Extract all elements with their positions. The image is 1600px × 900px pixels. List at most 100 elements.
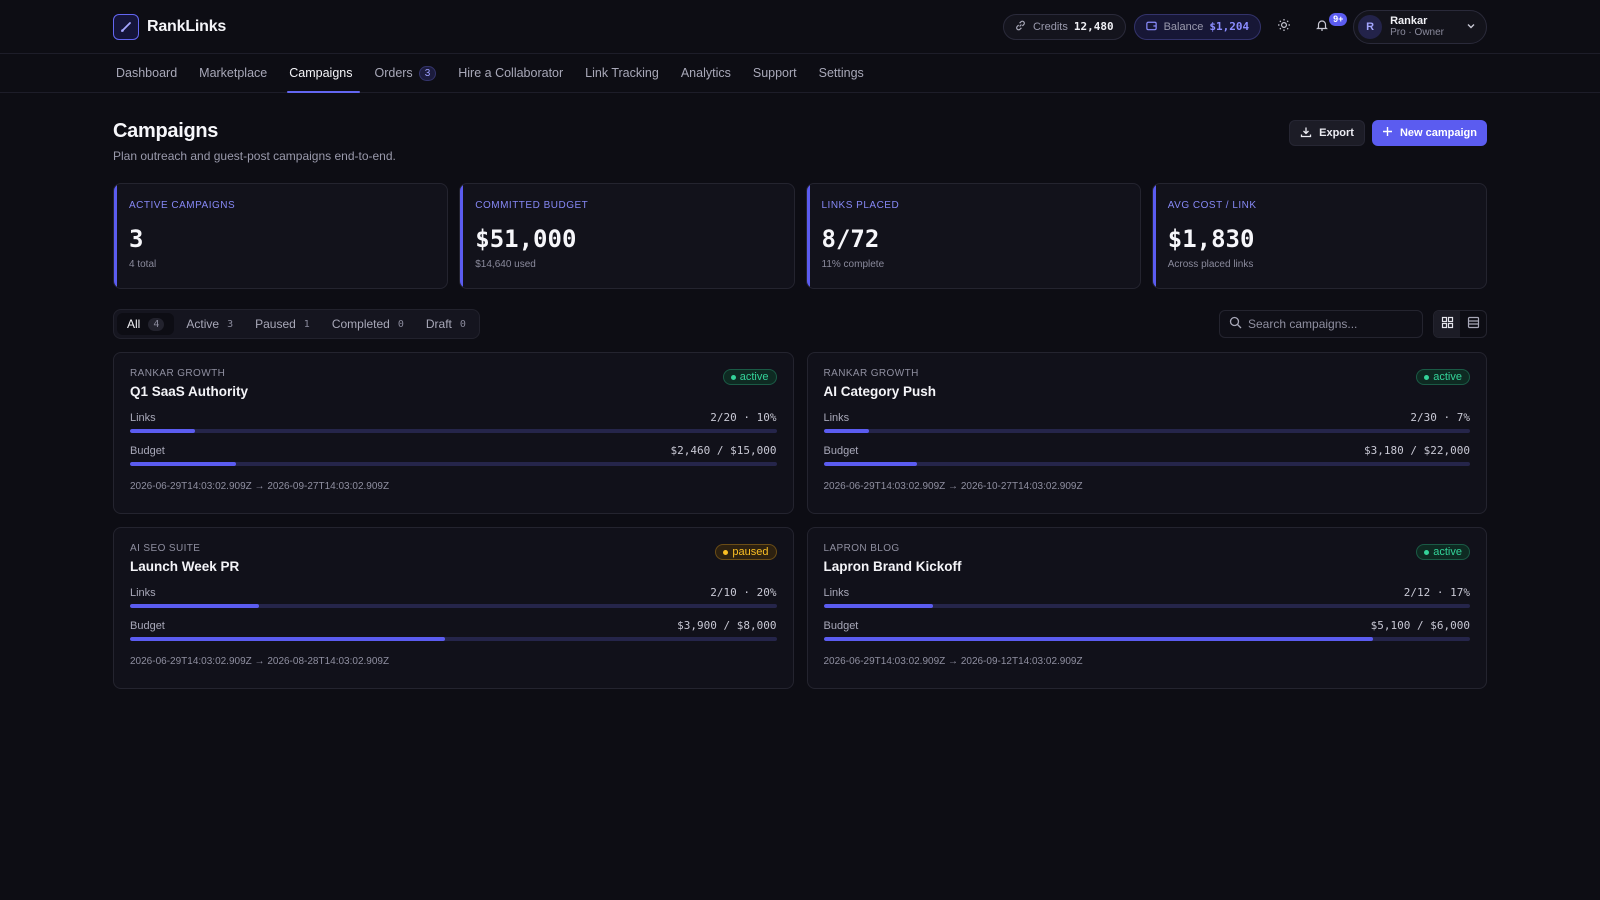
notification-badge: 9+ bbox=[1329, 12, 1348, 26]
budget-progress-bar bbox=[823, 637, 1470, 641]
stat-card-avg-cost: Avg cost / link $1,830 Across placed lin… bbox=[1151, 183, 1487, 289]
status-text: active bbox=[1433, 546, 1462, 558]
filter-label: Paused bbox=[255, 317, 296, 331]
nav-item-dashboard[interactable]: Dashboard bbox=[113, 54, 188, 92]
brand[interactable]: RankLinks bbox=[113, 13, 227, 40]
filter-tab-active[interactable]: Active 3 bbox=[176, 313, 243, 335]
campaign-title: AI Category Push bbox=[823, 384, 937, 399]
budget-label: Budget bbox=[823, 444, 859, 457]
campaign-client: AI SEO Suite bbox=[130, 543, 201, 554]
link-logo-icon bbox=[113, 13, 139, 40]
new-campaign-label: New campaign bbox=[1399, 127, 1477, 139]
status-filter-tabs: All 4 Active 3 Paused 1 Completed 0 Draf… bbox=[113, 309, 480, 339]
links-progress-fill bbox=[130, 604, 260, 608]
sun-icon bbox=[1277, 18, 1291, 35]
status-badge: active bbox=[722, 369, 777, 385]
grid-view-button[interactable] bbox=[1434, 311, 1460, 337]
status-badge: paused bbox=[715, 544, 777, 560]
nav-item-settings[interactable]: Settings bbox=[816, 54, 875, 92]
nav-item-label: Support bbox=[752, 66, 797, 80]
nav-item-support[interactable]: Support bbox=[750, 54, 808, 92]
campaign-dates: 2026-06-29T14:03:02.909Z → 2026-09-27T14… bbox=[130, 481, 390, 492]
status-text: paused bbox=[732, 546, 769, 558]
stats-row: Active campaigns 3 4 total Committed bud… bbox=[113, 183, 1487, 289]
links-value: 2/20 · 10% bbox=[710, 411, 777, 424]
nav-item-label: Link Tracking bbox=[585, 66, 659, 80]
bell-icon bbox=[1315, 18, 1329, 35]
filter-tab-paused[interactable]: Paused 1 bbox=[245, 313, 320, 335]
nav-item-label: Hire a Collaborator bbox=[458, 66, 564, 80]
balance-pill[interactable]: Balance $1,204 bbox=[1133, 13, 1262, 40]
filter-tab-completed[interactable]: Completed 0 bbox=[322, 313, 414, 335]
links-value: 2/30 · 7% bbox=[1410, 411, 1470, 424]
budget-label: Budget bbox=[823, 619, 859, 632]
campaign-card[interactable]: Rankar Growth Q1 SaaS Authority active L… bbox=[113, 352, 794, 514]
search-input[interactable] bbox=[1248, 317, 1408, 331]
link-icon bbox=[1014, 19, 1027, 35]
filter-label: All bbox=[127, 317, 141, 331]
plus-icon bbox=[1382, 126, 1393, 140]
stat-card-committed-budget: Committed budget $51,000 $14,640 used bbox=[459, 183, 795, 289]
chevron-down-icon bbox=[1466, 19, 1476, 34]
user-menu[interactable]: R Rankar Pro · Owner bbox=[1353, 9, 1487, 44]
top-bar: RankLinks Credits 12,480 Balance $1,204 bbox=[0, 0, 1600, 54]
nav-item-orders[interactable]: Orders 3 bbox=[371, 54, 447, 92]
page-title: Campaigns bbox=[113, 120, 219, 142]
main-nav: Dashboard Marketplace Campaigns Orders 3… bbox=[0, 54, 1600, 93]
campaign-toolbar: All 4 Active 3 Paused 1 Completed 0 Draf… bbox=[113, 309, 1487, 339]
status-text: active bbox=[1433, 371, 1462, 383]
budget-progress-bar bbox=[823, 462, 1470, 466]
campaign-dates: 2026-06-29T14:03:02.909Z → 2026-09-12T14… bbox=[823, 656, 1083, 667]
campaign-client: Rankar Growth bbox=[823, 368, 919, 379]
nav-item-marketplace[interactable]: Marketplace bbox=[196, 54, 278, 92]
balance-label: Balance bbox=[1163, 20, 1204, 33]
campaign-title: Launch Week PR bbox=[130, 559, 240, 574]
links-label: Links bbox=[823, 411, 850, 424]
links-progress-fill bbox=[823, 429, 869, 433]
stat-value: $1,830 bbox=[1167, 225, 1255, 253]
page-subtitle: Plan outreach and guest-post campaigns e… bbox=[113, 149, 396, 163]
credits-label: Credits bbox=[1032, 20, 1068, 33]
new-campaign-button[interactable]: New campaign bbox=[1371, 120, 1487, 146]
nav-item-link-tracking[interactable]: Link Tracking bbox=[582, 54, 670, 92]
theme-toggle-button[interactable] bbox=[1269, 12, 1299, 42]
balance-value: $1,204 bbox=[1209, 20, 1250, 33]
nav-item-label: Analytics bbox=[680, 66, 731, 80]
budget-value: $5,100 / $6,000 bbox=[1370, 619, 1470, 632]
nav-item-label: Settings bbox=[818, 66, 864, 80]
budget-value: $2,460 / $15,000 bbox=[670, 444, 777, 457]
filter-tab-all[interactable]: All 4 bbox=[117, 313, 175, 335]
nav-item-label: Marketplace bbox=[199, 66, 268, 80]
links-progress-bar bbox=[130, 604, 777, 608]
budget-progress-fill bbox=[130, 637, 446, 641]
links-progress-fill bbox=[130, 429, 195, 433]
filter-tab-draft[interactable]: Draft 0 bbox=[416, 313, 476, 335]
campaign-card[interactable]: Rankar Growth AI Category Push active Li… bbox=[806, 352, 1487, 514]
links-progress-fill bbox=[823, 604, 934, 608]
filter-label: Completed bbox=[331, 317, 390, 331]
stat-value: 8/72 bbox=[821, 225, 880, 253]
campaign-card[interactable]: AI SEO Suite Launch Week PR paused Links… bbox=[113, 527, 794, 689]
nav-item-hire-collaborator[interactable]: Hire a Collaborator bbox=[455, 54, 574, 92]
user-name: Rankar bbox=[1390, 14, 1428, 27]
budget-progress-bar bbox=[130, 637, 777, 641]
budget-progress-bar bbox=[130, 462, 777, 466]
budget-label: Budget bbox=[130, 619, 165, 632]
user-role: Pro · Owner bbox=[1390, 26, 1444, 38]
credits-pill[interactable]: Credits 12,480 bbox=[1002, 13, 1126, 40]
links-label: Links bbox=[130, 411, 156, 424]
status-dot bbox=[1424, 374, 1430, 380]
search-box bbox=[1219, 310, 1423, 338]
campaign-card[interactable]: Lapron Blog Lapron Brand Kickoff active … bbox=[806, 527, 1487, 689]
main-content: Campaigns Plan outreach and guest-post c… bbox=[0, 93, 1600, 689]
nav-item-campaigns[interactable]: Campaigns bbox=[286, 54, 363, 93]
filter-count: 0 bbox=[459, 318, 466, 330]
stat-label: Committed budget bbox=[475, 200, 589, 211]
notifications-button[interactable]: 9+ bbox=[1307, 12, 1348, 42]
download-icon bbox=[1300, 126, 1312, 141]
search-icon bbox=[1229, 316, 1242, 332]
export-button[interactable]: Export bbox=[1289, 120, 1365, 146]
list-view-button[interactable] bbox=[1460, 311, 1486, 337]
app-name: RankLinks bbox=[147, 17, 227, 35]
nav-item-analytics[interactable]: Analytics bbox=[678, 54, 742, 92]
